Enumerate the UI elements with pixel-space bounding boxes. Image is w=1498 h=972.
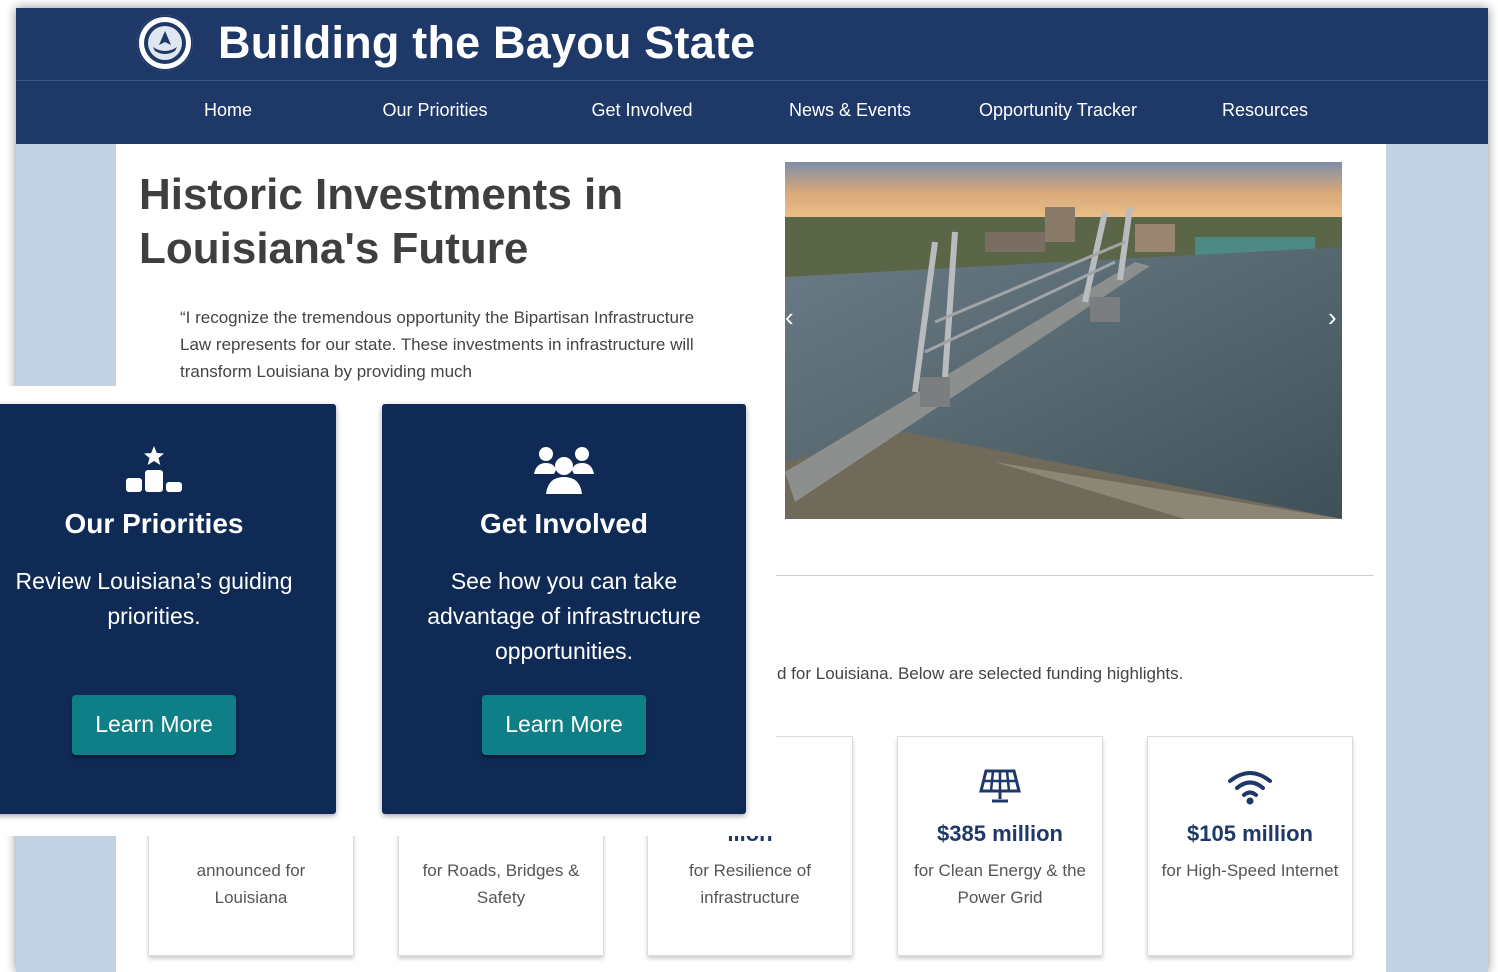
funding-card-internet: $105 million for High-Speed Internet xyxy=(1147,736,1353,956)
funding-description: for Resilience of infrastructure xyxy=(689,861,811,907)
podium-star-icon xyxy=(0,444,336,501)
carousel-next-icon[interactable]: › xyxy=(1328,302,1337,333)
funding-card-clean-energy: $385 million for Clean Energy & the Powe… xyxy=(897,736,1103,956)
funding-intro-text: d for Louisiana. Below are selected fund… xyxy=(777,664,1184,683)
nav-item-news-events[interactable]: News & Events xyxy=(760,100,940,121)
funding-amount: $385 million xyxy=(937,821,1063,846)
nav-item-home[interactable]: Home xyxy=(138,100,318,121)
site-header: Building the Bayou State Home Our Priori… xyxy=(16,8,1488,144)
card-our-priorities[interactable]: Our Priorities Review Louisiana’s guidin… xyxy=(0,404,336,814)
header-top-bar: Building the Bayou State xyxy=(16,8,1488,81)
main-nav: Home Our Priorities Get Involved News & … xyxy=(16,80,1488,144)
card-description: Review Louisiana’s guiding priorities. xyxy=(15,568,293,629)
site-title[interactable]: Building the Bayou State xyxy=(218,17,755,69)
people-group-icon xyxy=(382,444,746,501)
page-title: Historic Investments in Louisiana's Futu… xyxy=(139,170,624,273)
card-title: Get Involved xyxy=(479,508,649,539)
learn-more-button[interactable]: Learn More xyxy=(72,695,236,755)
governor-quote: “I recognize the tremendous opportunity … xyxy=(180,308,695,381)
carousel-prev-icon[interactable]: ‹ xyxy=(785,302,794,333)
learn-more-button[interactable]: Learn More xyxy=(482,695,646,755)
nav-item-opportunity-tracker[interactable]: Opportunity Tracker xyxy=(968,100,1148,121)
card-get-involved[interactable]: Get Involved See how you can take advant… xyxy=(382,404,746,814)
funding-amount: $105 million xyxy=(1187,821,1313,846)
nav-item-get-involved[interactable]: Get Involved xyxy=(552,100,732,121)
nav-item-our-priorities[interactable]: Our Priorities xyxy=(345,100,525,121)
funding-description: announced for Louisiana xyxy=(196,861,306,907)
carousel-image-bridge[interactable] xyxy=(785,162,1342,519)
nav-item-resources[interactable]: Resources xyxy=(1175,100,1355,121)
funding-description: for High-Speed Internet xyxy=(1161,861,1339,880)
solar-panel-icon xyxy=(898,767,1102,810)
wifi-icon xyxy=(1148,767,1352,810)
louisiana-state-seal-icon[interactable] xyxy=(137,15,193,71)
funding-description: for Roads, Bridges & Safety xyxy=(422,861,580,907)
card-description: See how you can take advantage of infras… xyxy=(427,568,701,664)
section-divider xyxy=(776,575,1374,576)
overlay-cards-panel: Our Priorities Review Louisiana’s guidin… xyxy=(0,386,776,836)
funding-description: for Clean Energy & the Power Grid xyxy=(914,861,1086,907)
card-title: Our Priorities xyxy=(64,508,244,539)
